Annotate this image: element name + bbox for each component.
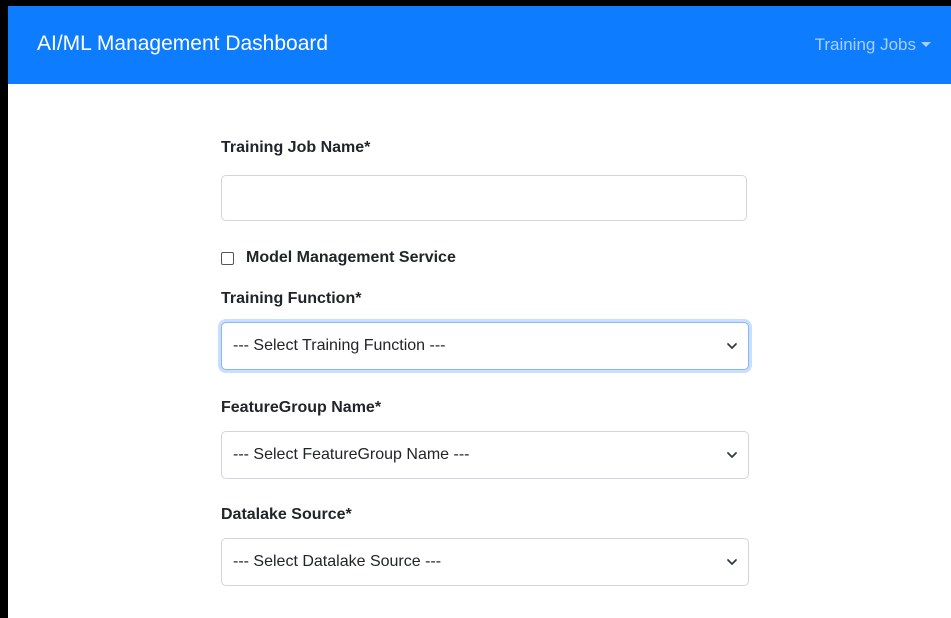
job-name-label: Training Job Name* — [221, 139, 371, 156]
page: AI/ML Management Dashboard Training Jobs… — [0, 0, 951, 618]
datalake-source-value: --- Select Datalake Source --- — [233, 553, 442, 570]
left-border — [0, 0, 8, 618]
training-function-select[interactable]: --- Select Training Function --- — [221, 322, 749, 370]
training-jobs-label: Training Jobs — [814, 35, 916, 54]
chevron-down-icon — [727, 452, 737, 458]
training-function-label: Training Function* — [221, 290, 362, 307]
chevron-down-icon — [727, 559, 737, 565]
navbar: AI/ML Management Dashboard Training Jobs — [8, 6, 951, 84]
chevron-down-icon — [727, 343, 737, 349]
feature-group-select[interactable]: --- Select FeatureGroup Name --- — [221, 431, 749, 479]
job-name-input[interactable] — [221, 175, 747, 221]
training-jobs-dropdown[interactable]: Training Jobs — [815, 34, 931, 56]
feature-group-value: --- Select FeatureGroup Name --- — [233, 446, 470, 463]
feature-group-label: FeatureGroup Name* — [221, 399, 382, 416]
caret-down-icon — [921, 42, 931, 47]
model-management-row: Model Management Service — [221, 248, 751, 268]
brand-title[interactable]: AI/ML Management Dashboard — [37, 31, 328, 57]
datalake-source-select[interactable]: --- Select Datalake Source --- — [221, 538, 749, 586]
model-management-checkbox[interactable] — [221, 251, 234, 265]
training-job-form: Training Job Name* Model Management Serv… — [221, 138, 751, 586]
training-function-value: --- Select Training Function --- — [233, 337, 446, 354]
datalake-source-label: Datalake Source* — [221, 506, 352, 523]
model-management-label[interactable]: Model Management Service — [246, 248, 456, 268]
